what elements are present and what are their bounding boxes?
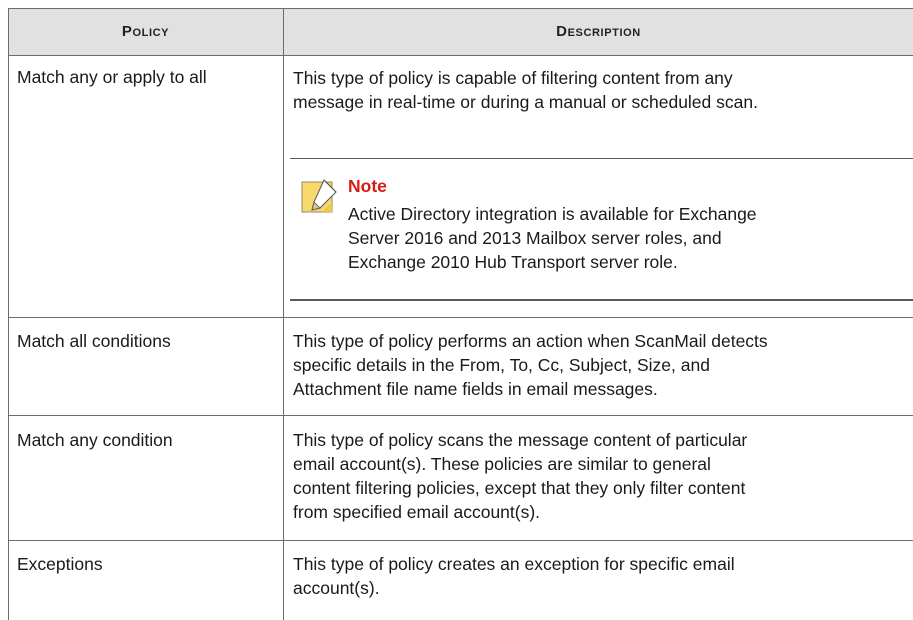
note-callout: Note Active Directory integration is ava… — [290, 158, 913, 301]
note-label: Note — [348, 176, 387, 196]
rule-left — [8, 8, 9, 620]
policy-cell: Exceptions — [17, 554, 103, 574]
note-body: Active Directory integration is availabl… — [348, 202, 908, 274]
description-line: This type of policy creates an exception… — [293, 554, 735, 574]
description-cell: This type of policy is capable of filter… — [293, 66, 758, 114]
rule-top — [8, 8, 913, 9]
note-line: Active Directory integration is availabl… — [348, 204, 757, 224]
description-line: Attachment file name fields in email mes… — [293, 379, 658, 399]
note-line: Server 2016 and 2013 Mailbox server role… — [348, 228, 722, 248]
description-line: email account(s). These policies are sim… — [293, 454, 711, 474]
header-description: Description — [556, 23, 641, 40]
policy-table: Policy Description Match any or apply to… — [8, 8, 913, 620]
rule-header-bottom — [8, 55, 913, 56]
rule-row1 — [8, 317, 913, 318]
description-cell: This type of policy performs an action w… — [293, 329, 768, 401]
note-bottom-rule — [290, 299, 913, 301]
policy-cell: Match all conditions — [17, 331, 171, 351]
note-top-rule — [290, 158, 913, 159]
rule-column — [283, 8, 284, 620]
policy-cell: Match any or apply to all — [17, 67, 207, 87]
description-line: account(s). — [293, 578, 380, 598]
note-pencil-icon — [301, 179, 337, 213]
header-policy: Policy — [121, 23, 170, 40]
rule-row3 — [8, 540, 913, 541]
description-line: This type of policy scans the message co… — [293, 430, 748, 450]
description-line: specific details in the From, To, Cc, Su… — [293, 355, 710, 375]
description-cell: This type of policy creates an exception… — [293, 552, 735, 600]
description-line: content filtering policies, except that … — [293, 478, 746, 498]
description-cell: This type of policy scans the message co… — [293, 428, 747, 524]
rule-row2 — [8, 415, 913, 416]
description-line: message in real-time or during a manual … — [293, 92, 758, 112]
description-line: This type of policy is capable of filter… — [293, 68, 733, 88]
note-line: Exchange 2010 Hub Transport server role. — [348, 252, 678, 272]
description-line: from specified email account(s). — [293, 502, 541, 522]
policy-cell: Match any condition — [17, 430, 173, 450]
description-line: This type of policy performs an action w… — [293, 331, 768, 351]
